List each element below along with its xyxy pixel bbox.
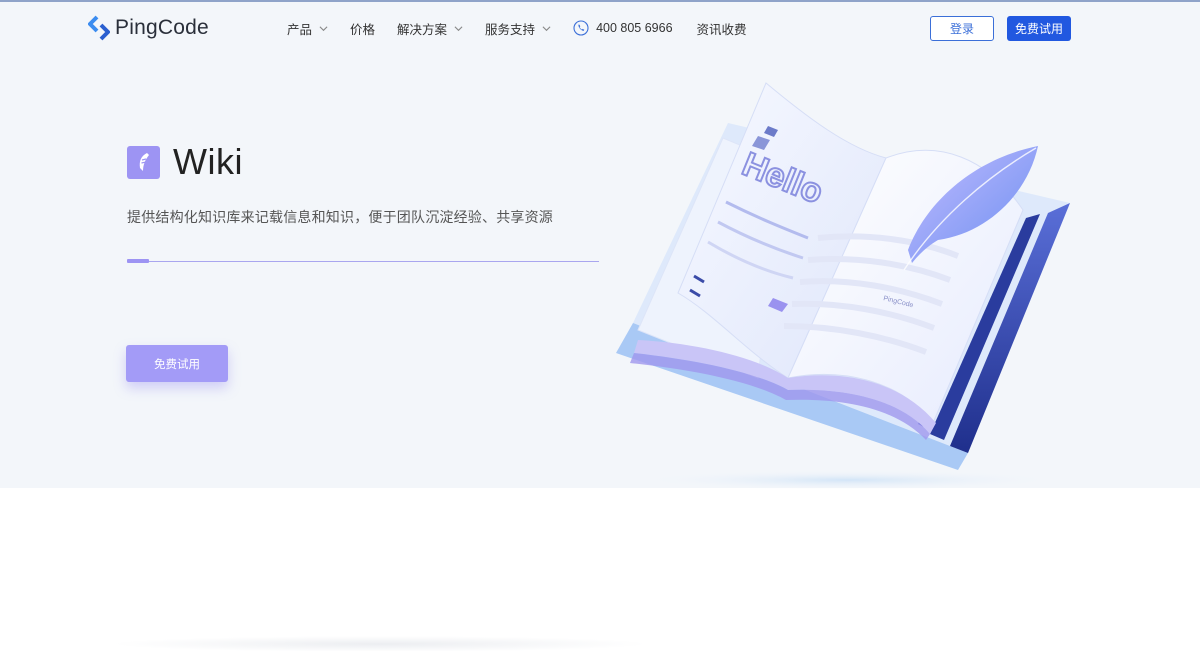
nav-item-label: 解决方案 [397,22,448,37]
nav-item-products[interactable]: 产品 [287,19,328,37]
main-menu: 产品 价格 解决方案 服务支持 400 805 6966 资讯收费 [287,19,769,37]
wiki-feather-icon [127,145,160,179]
section-shadow [110,636,650,651]
chevron-down-icon [542,25,551,31]
nav-item-label: 服务支持 [485,22,536,37]
progress-fill [127,259,150,263]
product-header: Wiki [127,141,243,183]
phone-contact[interactable]: 400 805 6966 [573,20,673,36]
nav-item-support[interactable]: 服务支持 [485,19,551,37]
nav-item-solutions[interactable]: 解决方案 [397,19,463,37]
login-button[interactable]: 登录 [930,16,994,41]
progress-track [127,261,599,262]
nav-item-pricing[interactable]: 价格 [350,19,375,37]
progress-indicator [127,259,599,263]
chevron-down-icon [454,25,463,31]
book-illustration: Hello PingCode [616,82,1070,490]
product-description: 提供结构化知识库来记载信息和知识，便于团队沉淀经验、共享资源 [127,209,553,225]
pingcode-logo-icon [88,15,110,41]
brand-name: PingCode [115,16,209,39]
nav-item-label: 价格 [350,22,376,37]
nav-item-label: 产品 [287,22,313,37]
free-trial-button[interactable]: 免费试用 [1007,16,1071,41]
nav-item-label: 资讯收费 [696,22,747,37]
chevron-down-icon [319,25,328,31]
phone-icon [573,20,589,36]
hero-free-trial-button[interactable]: 免费试用 [126,345,228,382]
product-title: Wiki [173,141,243,182]
phone-number: 400 805 6966 [596,21,673,35]
brand-logo[interactable]: PingCode [88,14,209,42]
floor-shadow [638,470,1058,490]
top-nav: PingCode 产品 价格 解决方案 服务支持 400 805 6966 资讯… [0,2,1200,54]
nav-item-consult[interactable]: 资讯收费 [697,19,747,37]
